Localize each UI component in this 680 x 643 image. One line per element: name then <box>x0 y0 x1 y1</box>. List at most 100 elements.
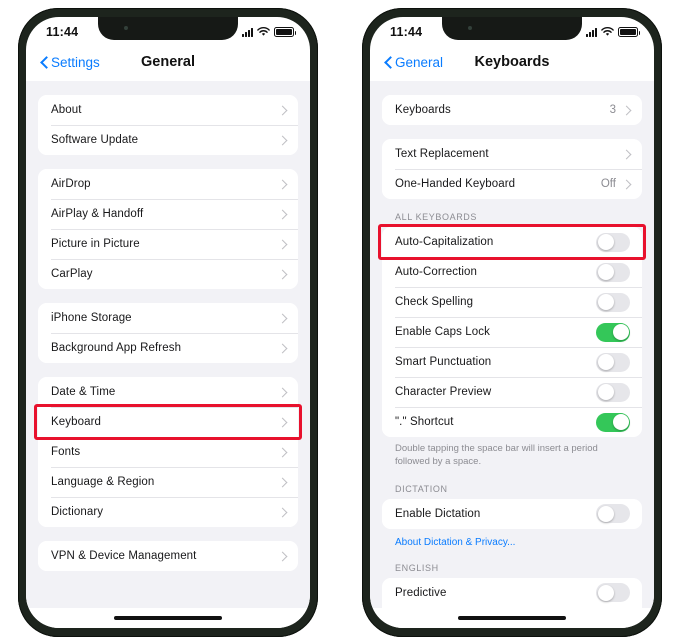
list-row-label: One-Handed Keyboard <box>395 178 516 190</box>
list-row[interactable]: Software Update <box>38 125 298 155</box>
list-row-accessory <box>277 477 288 487</box>
list-row[interactable]: Picture in Picture <box>38 229 298 259</box>
list-row-accessory: Off <box>600 178 632 190</box>
list-row[interactable]: Enable Caps Lock <box>382 317 642 347</box>
toggle-switch[interactable] <box>596 232 630 252</box>
home-indicator[interactable] <box>114 616 222 620</box>
settings-group: Keyboards 3 <box>382 95 642 125</box>
list-row-label: AirPlay & Handoff <box>51 208 144 220</box>
toggle-switch[interactable] <box>596 292 630 312</box>
chevron-left-icon <box>40 56 48 69</box>
list-row[interactable]: Date & Time <box>38 377 298 407</box>
list-row-label: Text Replacement <box>395 148 489 160</box>
home-indicator-area <box>26 608 310 628</box>
list-row[interactable]: Language & Region <box>38 467 298 497</box>
toggle-switch[interactable] <box>596 262 630 282</box>
toggle-switch[interactable] <box>596 583 630 603</box>
list-row[interactable]: CarPlay <box>38 259 298 289</box>
phone-screen-left: 11:44 Settings General About Software Update… <box>26 17 310 628</box>
list-row[interactable]: One-Handed Keyboard Off <box>382 169 642 199</box>
list-row-accessory <box>277 313 288 323</box>
battery-fill <box>620 29 636 35</box>
list-row[interactable]: Auto-Correction <box>382 257 642 287</box>
section-header: ENGLISH <box>395 562 439 573</box>
list-row[interactable]: Character Preview <box>382 377 642 407</box>
list-row[interactable]: VPN & Device Management <box>38 541 298 571</box>
about-dictation-privacy-link[interactable]: About Dictation & Privacy... <box>382 529 642 550</box>
phone-screen-right: 11:44 General Keyboards Keyboards 3 Text Repl… <box>370 17 654 628</box>
list-row[interactable]: About <box>38 95 298 125</box>
battery-full-icon <box>618 27 640 37</box>
list-row-accessory <box>596 382 630 402</box>
settings-group: VPN & Device Management <box>38 541 298 571</box>
back-button-label: General <box>395 54 444 70</box>
list-row-label: Fonts <box>51 446 81 458</box>
settings-group: iPhone Storage Background App Refresh <box>38 303 298 363</box>
list-row-label: Keyboards <box>395 104 451 116</box>
cellular-bars-icon <box>586 27 597 37</box>
toggle-switch[interactable] <box>596 412 630 432</box>
list-row-label: Character Preview <box>395 386 492 398</box>
list-row[interactable]: AirDrop <box>38 169 298 199</box>
list-row-accessory <box>596 322 630 342</box>
toggle-knob <box>597 584 614 601</box>
chevron-right-icon <box>277 239 288 249</box>
section-header: ALL KEYBOARDS <box>395 212 477 222</box>
list-row-label: iPhone Storage <box>51 312 132 324</box>
settings-group: AirDrop AirPlay & Handoff Picture in Pictu… <box>38 169 298 289</box>
list-row[interactable]: Check Spelling <box>382 287 642 317</box>
toggle-switch[interactable] <box>596 322 630 342</box>
chevron-right-icon <box>277 209 288 219</box>
chevron-right-icon <box>277 135 288 145</box>
list-row[interactable]: AirPlay & Handoff <box>38 199 298 229</box>
toggle-knob <box>597 264 614 280</box>
list-row-accessory <box>596 583 630 603</box>
list-row-accessory <box>596 262 630 282</box>
status-bar-clock: 11:44 <box>46 25 79 39</box>
list-row[interactable]: Background App Refresh <box>38 333 298 363</box>
list-row-accessory <box>277 179 288 189</box>
status-bar-icons <box>242 27 296 37</box>
list-row[interactable]: Smart Punctuation <box>382 347 642 377</box>
list-row[interactable]: iPhone Storage <box>38 303 298 333</box>
list-row[interactable]: Fonts <box>38 437 298 467</box>
nav-bar: General Keyboards <box>370 43 654 81</box>
chevron-right-icon <box>621 105 632 115</box>
list-row-label: Background App Refresh <box>51 342 182 354</box>
toggle-switch[interactable] <box>596 352 630 372</box>
settings-list: Keyboards 3 Text Replacement One-Handed Key… <box>370 81 654 608</box>
status-bar-clock: 11:44 <box>390 25 423 39</box>
phone-left: 11:44 Settings General About Software Update… <box>18 8 318 637</box>
list-row[interactable]: Text Replacement <box>382 139 642 169</box>
notch <box>98 17 238 40</box>
list-row-accessory <box>596 352 630 372</box>
chevron-right-icon <box>277 269 288 279</box>
home-indicator[interactable] <box>458 616 566 620</box>
list-row-accessory <box>621 149 632 159</box>
list-row[interactable]: Auto-Capitalization <box>382 227 642 257</box>
settings-group: Date & Time Keyboard Fonts Language & Regio… <box>38 377 298 527</box>
list-row[interactable]: Keyboard <box>38 407 298 437</box>
list-row[interactable]: Keyboards 3 <box>382 95 642 125</box>
list-row[interactable]: Predictive <box>382 577 642 608</box>
toggle-knob <box>612 324 629 340</box>
toggle-switch[interactable] <box>596 382 630 402</box>
list-row[interactable]: Dictionary <box>38 497 298 527</box>
list-row[interactable]: "." Shortcut <box>382 407 642 437</box>
back-button[interactable]: Settings <box>40 55 100 70</box>
toggle-knob <box>597 234 614 250</box>
list-row[interactable]: Enable Dictation <box>382 498 642 529</box>
notch <box>442 17 582 40</box>
settings-group: Text Replacement One-Handed Keyboard Off <box>382 139 642 199</box>
back-button[interactable]: General <box>384 55 443 70</box>
list-row-label: Predictive <box>395 586 447 599</box>
chevron-right-icon <box>621 179 632 189</box>
screenshot-stage: 11:44 Settings General About Software Update… <box>0 0 680 643</box>
toggle-switch[interactable] <box>596 504 630 524</box>
list-row-accessory <box>277 209 288 219</box>
list-row-value: Off <box>600 178 616 190</box>
list-row-accessory <box>596 412 630 432</box>
